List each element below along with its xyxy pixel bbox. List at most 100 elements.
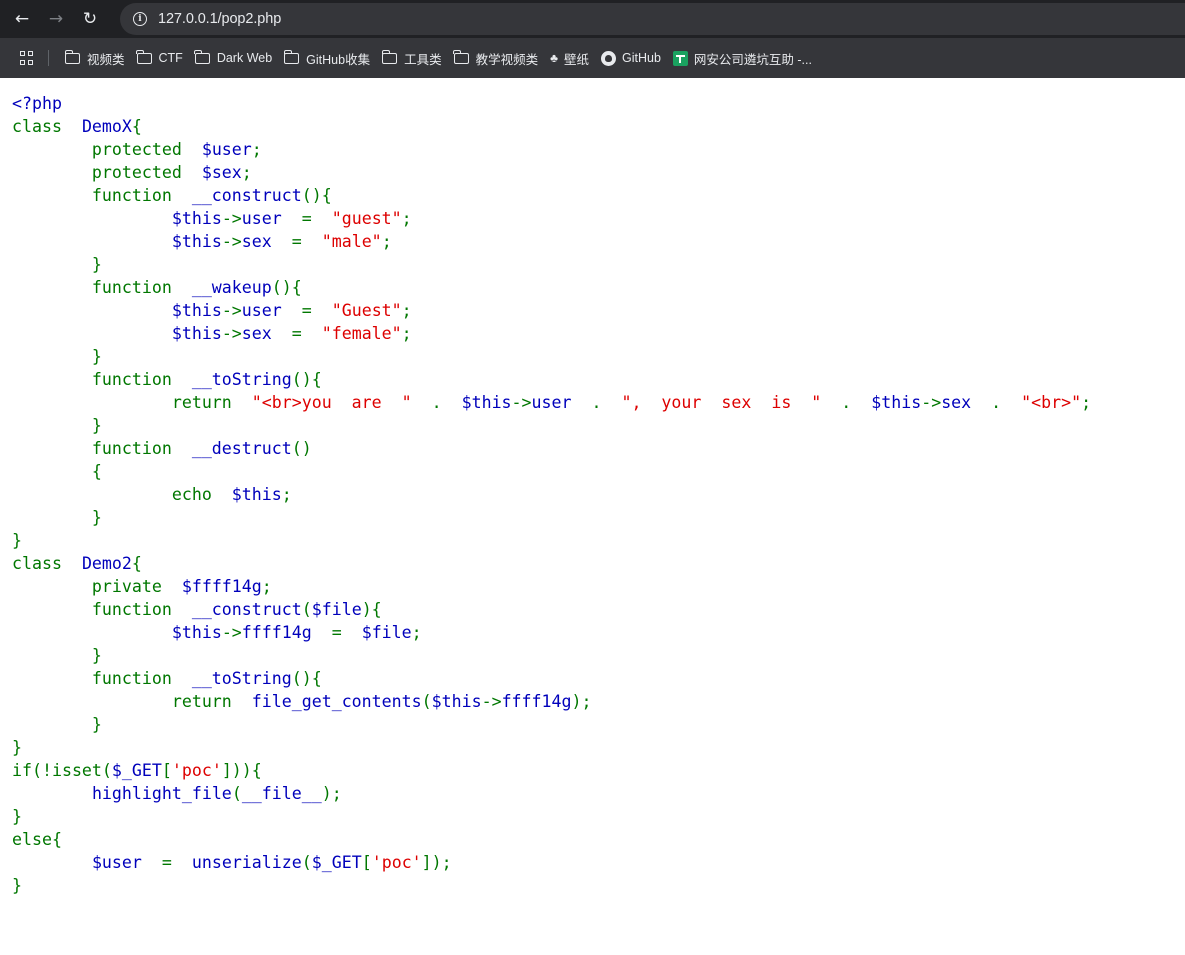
code-token: function [12,186,192,205]
code-token: if(!isset( [12,761,112,780]
code-token: . [431,393,462,412]
code-token: return [12,692,252,711]
code-token: = [161,853,192,872]
code-token: else{ [12,830,62,849]
code-line: } [12,644,1173,667]
code-token: file_get_contents [251,692,422,711]
bookmark-folder-dark-web[interactable]: Dark Web [191,44,280,72]
wallpaper-icon: ♣ [550,51,558,65]
url-text[interactable]: 127.0.0.1/pop2.php [158,11,281,27]
code-token: [ [361,853,372,872]
code-token: 'poc' [171,761,222,780]
code-line: class DemoX{ [12,115,1173,138]
code-token: user [531,393,592,412]
code-token: ])){ [221,761,262,780]
bookmark-folder-teaching-videos[interactable]: 教学视频类 [450,44,547,72]
bookmark-folder-ctf[interactable]: CTF [133,44,191,72]
page-content: <?php class DemoX{ protected $user; prote… [0,78,1185,897]
code-token: } [12,715,102,734]
code-token: "<br>you are " [251,393,432,412]
code-token: ( [301,600,312,619]
code-token: ffff14g [241,623,332,642]
code-token: ; [261,577,272,596]
code-token: ( [231,784,242,803]
code-line: else{ [12,828,1173,851]
bookmark-label: 工具类 [404,52,442,67]
code-token: = [291,232,322,251]
code-token: (){ [291,669,322,688]
code-token: } [12,646,102,665]
code-token: private [12,577,182,596]
code-line: } [12,805,1173,828]
code-token: } [12,347,102,366]
code-token: ( [301,853,312,872]
code-token: { [131,117,142,136]
bookmark-github[interactable]: GitHub [597,44,669,72]
code-token: ]); [421,853,452,872]
code-token: -> [221,209,242,228]
code-token: unserialize [191,853,302,872]
arrow-left-icon: ← [14,9,30,29]
code-token: $this [171,232,222,251]
bookmark-folder-tools[interactable]: 工具类 [378,44,450,72]
folder-icon [136,49,152,64]
code-token: ; [401,301,412,320]
code-token: ffff14g [501,692,572,711]
code-line: if(!isset($_GET['poc'])){ [12,759,1173,782]
code-token: __toString [191,370,292,389]
code-token: class [12,554,82,573]
code-token: ; [251,140,262,159]
reload-button[interactable]: ↻ [73,2,107,36]
back-button[interactable]: ← [5,2,39,36]
code-line: function __destruct() [12,437,1173,460]
code-token: DemoX [81,117,132,136]
code-token: class [12,117,82,136]
code-token: { [131,554,142,573]
code-token: -> [511,393,532,412]
code-line: } [12,345,1173,368]
code-token: $this [231,485,282,504]
bookmark-label: Dark Web [216,51,273,65]
code-token: } [12,531,22,550]
code-line: return "<br>you are " . $this->user . ",… [12,391,1173,414]
code-token: ; [381,232,392,251]
code-line: function __wakeup(){ [12,276,1173,299]
code-token: 'poc' [371,853,422,872]
code-line: $this->user = "Guest"; [12,299,1173,322]
code-token: $file [311,600,362,619]
bookmark-folder-videos[interactable]: 视频类 [61,44,133,72]
apps-grid-icon[interactable] [20,51,34,65]
code-line: private $ffff14g; [12,575,1173,598]
bookmark-sheet[interactable]: 网安公司遴坑互助 -... [669,44,820,72]
address-bar[interactable]: i 127.0.0.1/pop2.php [120,3,1185,35]
folder-icon [194,49,210,64]
code-token: "female" [321,324,402,343]
site-info-button[interactable]: i [130,9,150,29]
forward-button[interactable]: → [39,2,73,36]
bookmark-folder-github-collection[interactable]: GitHub收集 [280,44,378,72]
code-token: = [301,209,332,228]
code-token: Demo2 [81,554,132,573]
code-token: -> [921,393,942,412]
bookmarks-bar: 视频类 CTF Dark Web GitHub收集 工具类 教学视频类 ♣ 壁纸 … [0,38,1185,78]
code-token: $this [461,393,512,412]
code-token: <?php [12,94,62,113]
code-token: (){ [271,278,302,297]
code-token: = [331,623,362,642]
code-token: } [12,416,102,435]
bookmark-wallpaper[interactable]: ♣ 壁纸 [546,44,597,72]
code-token: $this [171,301,222,320]
code-token: "guest" [331,209,402,228]
code-token: = [291,324,322,343]
code-token: () [291,439,312,458]
code-line: $this->user = "guest"; [12,207,1173,230]
code-line: protected $sex; [12,161,1173,184]
code-token: __toString [191,669,292,688]
code-token: } [12,255,102,274]
code-token: "Guest" [331,301,402,320]
